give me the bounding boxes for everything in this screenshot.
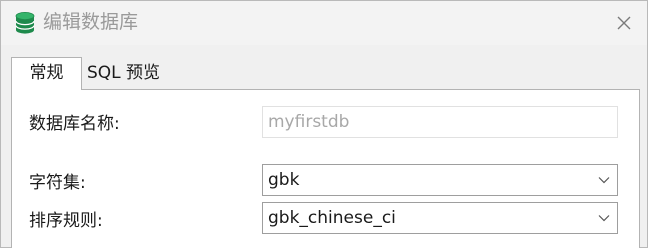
tab-sql-preview[interactable]: SQL 预览 (82, 58, 165, 89)
close-icon (617, 16, 631, 30)
db-name-input[interactable] (262, 106, 618, 138)
tab-general[interactable]: 常规 (11, 57, 82, 90)
tab-strip: 常规 SQL 预览 (1, 45, 647, 90)
database-icon (15, 12, 35, 34)
edit-database-dialog: 编辑数据库 常规 SQL 预览 数据库名称: 字符集: gbk 排序规则: gb… (0, 0, 648, 248)
collation-value: gbk_chinese_ci (268, 208, 396, 228)
general-panel: 数据库名称: 字符集: gbk 排序规则: gbk_chinese_ci (11, 89, 640, 248)
chevron-down-icon (598, 215, 610, 222)
charset-label: 字符集: (29, 173, 86, 193)
chevron-down-icon (598, 177, 610, 184)
collation-select[interactable]: gbk_chinese_ci (262, 202, 618, 234)
title-bar: 编辑数据库 (1, 1, 647, 45)
db-name-label: 数据库名称: (29, 114, 120, 134)
collation-label: 排序规则: (29, 211, 103, 231)
charset-value: gbk (268, 170, 300, 190)
window-title: 编辑数据库 (43, 11, 139, 33)
close-button[interactable] (611, 11, 637, 35)
charset-select[interactable]: gbk (262, 164, 618, 196)
